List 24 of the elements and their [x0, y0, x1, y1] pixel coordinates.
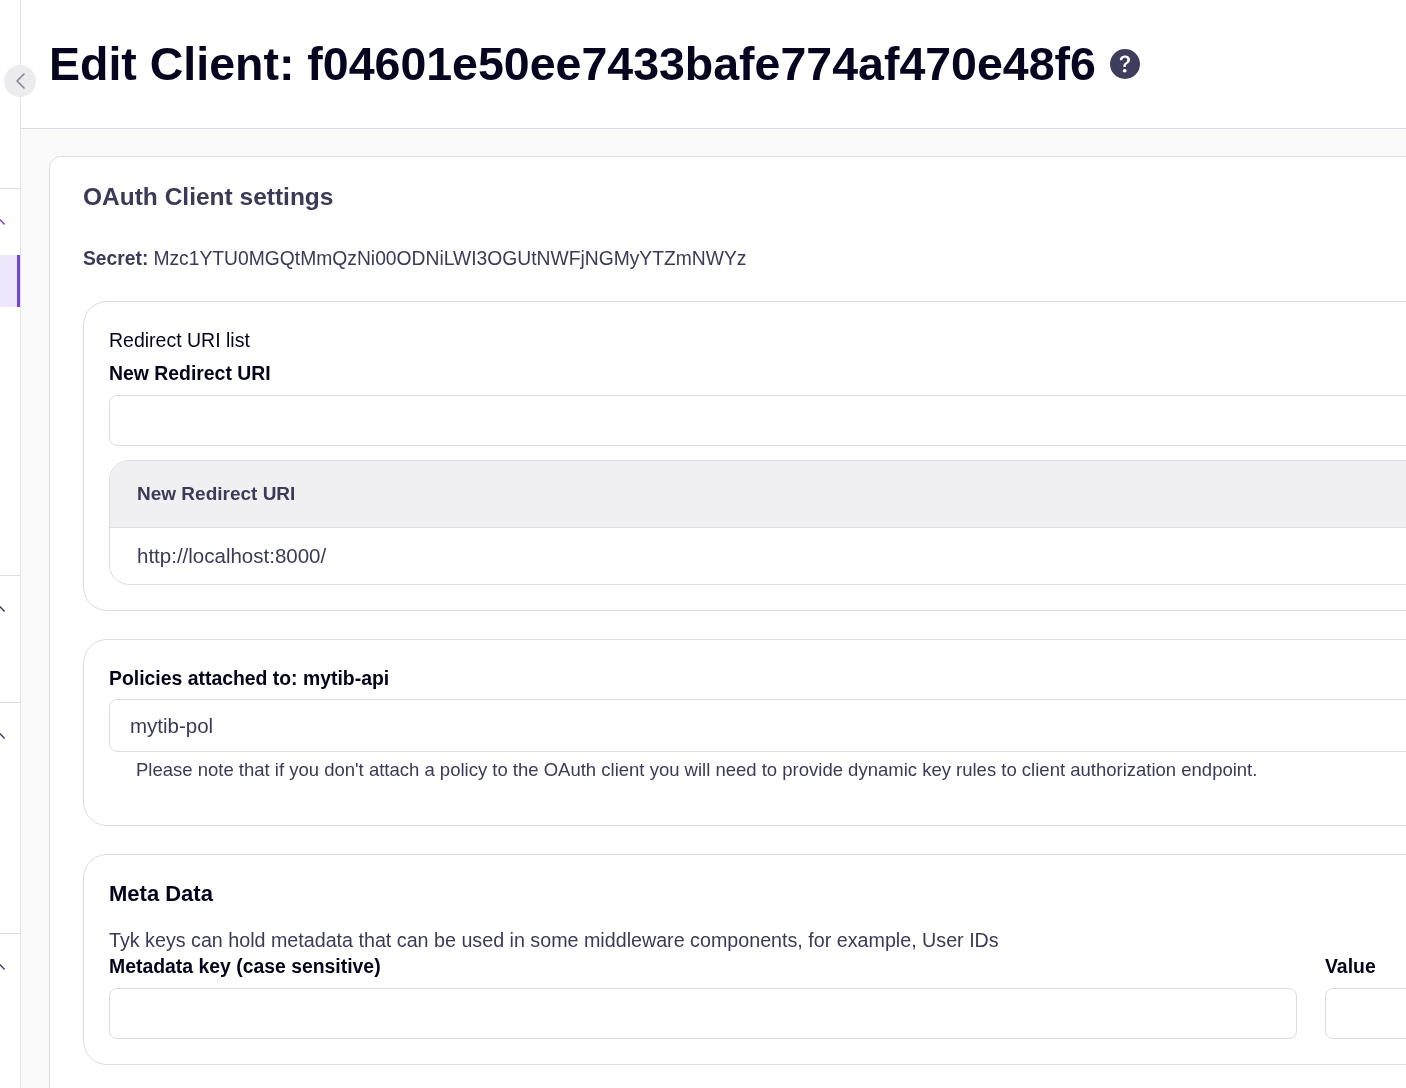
- card-title: OAuth Client settings: [83, 182, 335, 212]
- card-heading: Redirect URI list: [109, 328, 251, 352]
- chevron-up-icon[interactable]: [0, 964, 5, 970]
- chevron-up-icon[interactable]: [0, 606, 5, 612]
- page-title: Edit Client: f04601e50ee7433bafe774af470e48f6: [49, 37, 1096, 91]
- field-label: Metadata key (case sensitive): [109, 954, 382, 978]
- chevron-up-icon[interactable]: [0, 733, 5, 739]
- table-cell-text: http://localhost:8000/: [136, 543, 328, 569]
- column-header: New Redirect URI: [110, 461, 1406, 528]
- secret-label: Secret:: [83, 247, 149, 271]
- card-heading: Meta Data: [109, 881, 214, 907]
- field-label: Policies attached to: mytib-api: [109, 666, 391, 690]
- secret-value: Mzc1YTU0MGQtMmQzNi00ODNiLWI3OGUtNWFjNGMyYTZmNWYz: [153, 247, 747, 271]
- input-field[interactable]: [109, 395, 1406, 446]
- help-icon[interactable]: [1109, 49, 1140, 79]
- input-field[interactable]: [109, 988, 1297, 1039]
- field-label: New Redirect URI: [109, 361, 272, 385]
- chevron-left-icon: [15, 73, 25, 89]
- note-text: Please note that if you don't attach a policy to the OAuth client you will need to provide dynamic key rules to client authorization endpoint.: [135, 758, 1259, 782]
- description-text: Tyk keys can hold metadata that can be used in some middleware components, for example, User IDs: [109, 928, 1000, 952]
- sidebar-item[interactable]: [0, 255, 20, 307]
- field-label: Value: [1325, 954, 1377, 978]
- chevron-up-icon[interactable]: [0, 219, 5, 225]
- policy-field[interactable]: mytib-pol: [109, 699, 1406, 752]
